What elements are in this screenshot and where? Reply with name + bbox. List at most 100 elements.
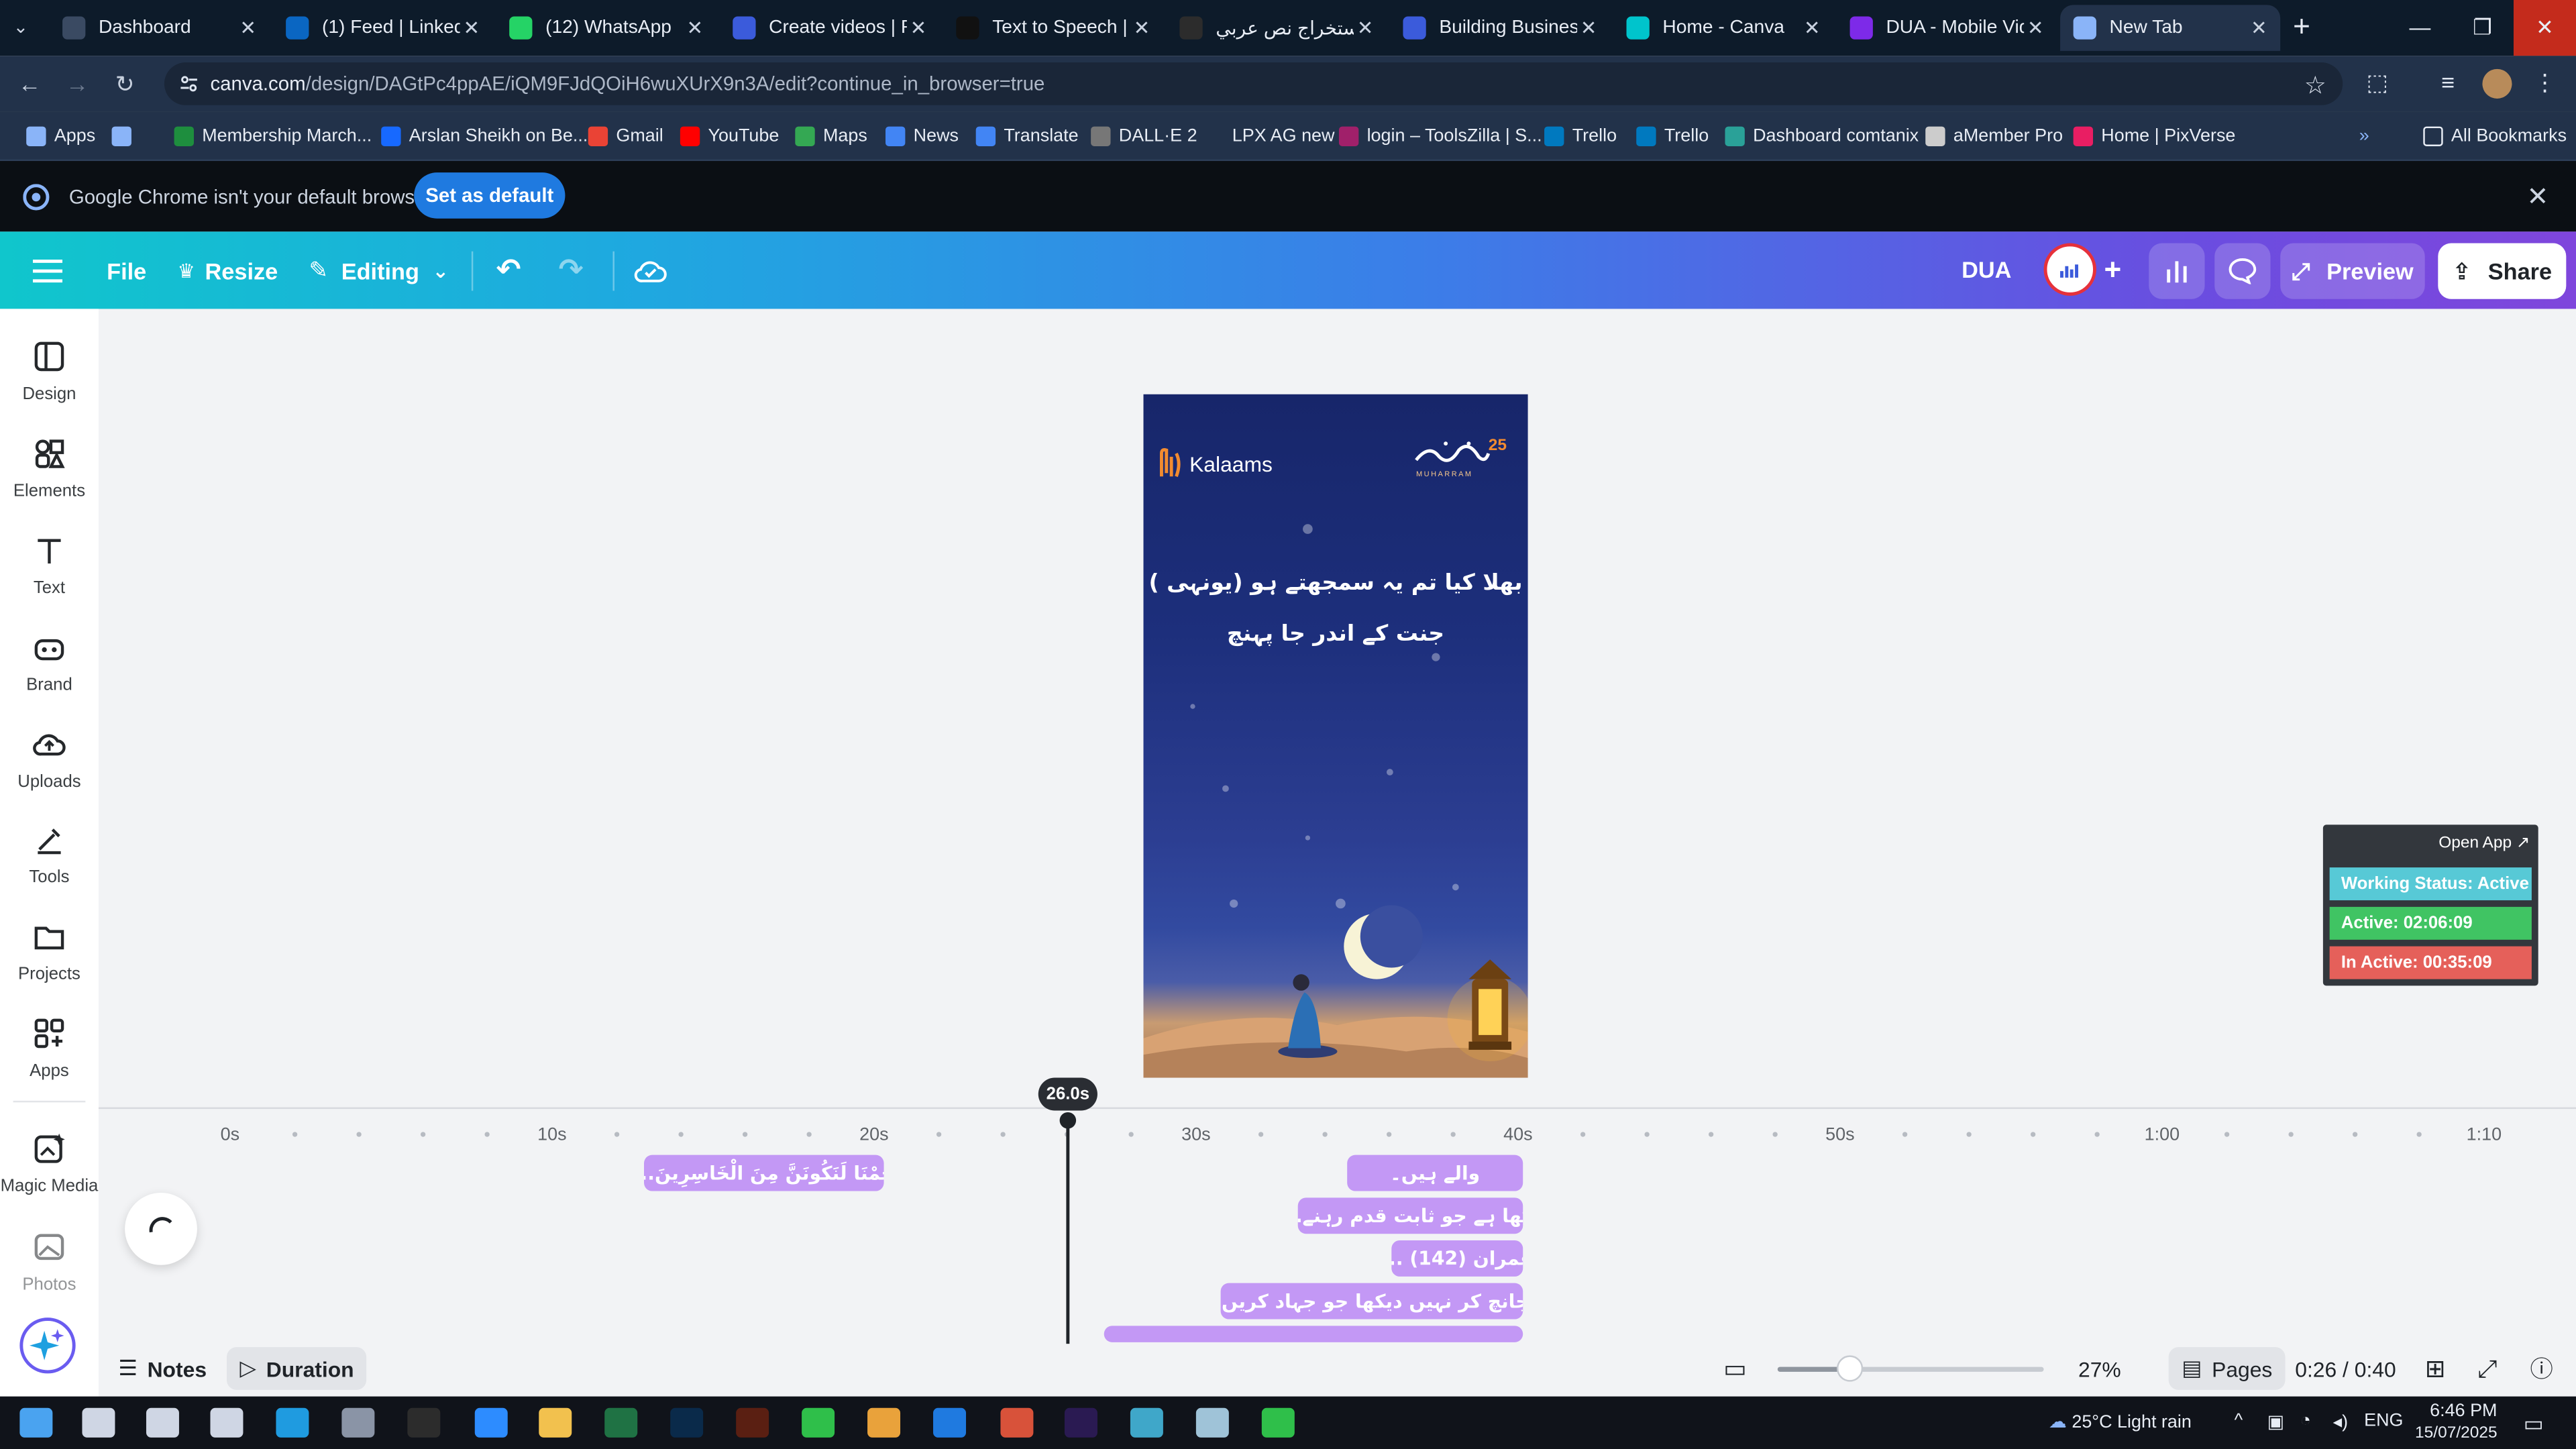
caption-clip[interactable]: ... عمران (142): [1391, 1240, 1523, 1277]
close-infobar-icon[interactable]: ✕: [2527, 180, 2549, 213]
forward-button[interactable]: →: [62, 70, 92, 97]
premiere-icon[interactable]: [1064, 1407, 1097, 1438]
photoshop-icon[interactable]: [670, 1407, 704, 1438]
zoom-percentage[interactable]: 27%: [2078, 1344, 2121, 1393]
chrome-icon[interactable]: [1000, 1407, 1034, 1438]
browser-tab[interactable]: (12) WhatsApp ✕: [496, 5, 716, 51]
network-icon[interactable]: ▣: [2267, 1411, 2284, 1432]
browser-tab[interactable]: استخراج نص عربي ✕: [1167, 5, 1387, 51]
reload-button[interactable]: ↻: [110, 70, 140, 97]
browser-tab[interactable]: New Tab ✕: [2060, 5, 2281, 51]
bookmark-star-icon[interactable]: ☆: [2304, 70, 2326, 101]
bookmark-item[interactable]: Trello: [1636, 123, 1709, 150]
rail-item-projects[interactable]: Projects: [0, 918, 99, 1010]
playhead-line[interactable]: [1066, 1127, 1070, 1344]
design-title[interactable]: DUA: [1962, 256, 2011, 282]
zoom-icon[interactable]: [474, 1407, 508, 1438]
rail-item-magic-media[interactable]: Magic Media: [0, 1130, 99, 1222]
browser-tab[interactable]: (1) Feed | LinkedIn✕: [273, 5, 493, 51]
url-omnibox[interactable]: canva.com/design/DAGtPc4ppAE/iQM9FJdQOiH…: [164, 62, 2343, 105]
main-menu-icon[interactable]: [32, 231, 63, 309]
tab-close-icon[interactable]: ✕: [1357, 16, 1374, 39]
caption-clip-partial[interactable]: [1104, 1326, 1523, 1342]
tab-close-icon[interactable]: ✕: [687, 16, 704, 39]
chrome-icon[interactable]: [867, 1407, 901, 1438]
undo-icon[interactable]: ↶: [496, 231, 521, 309]
minimize-button[interactable]: —: [2389, 0, 2451, 56]
tab-close-icon[interactable]: ✕: [1804, 16, 1821, 39]
pages-button[interactable]: ▤ Pages: [2168, 1347, 2286, 1390]
tab-close-icon[interactable]: ✕: [910, 16, 927, 39]
app-icon[interactable]: [1195, 1407, 1229, 1438]
more-bookmarks-chevron-icon[interactable]: »: [2359, 123, 2369, 150]
help-icon[interactable]: ⓘ: [2530, 1344, 2553, 1393]
bookmark-item[interactable]: Membership March...: [174, 123, 372, 150]
rail-item-uploads[interactable]: Uploads: [0, 726, 99, 818]
browser-tab[interactable]: Building Business ✕: [1390, 5, 1610, 51]
tab-search-dropdown-icon[interactable]: ⌄: [13, 16, 40, 39]
bookmark-item[interactable]: Trello: [1544, 123, 1617, 150]
cloud-save-icon[interactable]: [634, 231, 667, 309]
weather-widget[interactable]: ☁ 25°C Light rain: [2049, 1411, 2192, 1432]
browser-tab[interactable]: Create videos | Fre✕: [720, 5, 940, 51]
illustrator-icon[interactable]: [736, 1407, 769, 1438]
site-info-icon[interactable]: [179, 74, 199, 93]
caption-clip[interactable]: والے ہیں۔: [1347, 1155, 1523, 1191]
bookmark-item[interactable]: Dashboard comtanix: [1725, 123, 1919, 150]
messaging-app-icon[interactable]: [1261, 1407, 1295, 1438]
tab-close-icon[interactable]: ✕: [2027, 16, 2044, 39]
duration-button[interactable]: ▷ Duration: [226, 1347, 368, 1390]
file-menu-button[interactable]: File: [107, 231, 146, 309]
open-app-link[interactable]: Open App ↗: [2323, 835, 2530, 853]
file-explorer-icon[interactable]: [539, 1407, 572, 1438]
cortana-icon[interactable]: [146, 1407, 179, 1438]
bookmark-item[interactable]: Gmail: [588, 123, 663, 150]
editing-mode-button[interactable]: ✎ Editing ⌄: [309, 231, 449, 309]
browser-tab[interactable]: DUA - Mobile Vid ✕: [1837, 5, 2057, 51]
bookmark-item[interactable]: Maps: [795, 123, 867, 150]
extensions-icon[interactable]: ⬚: [2363, 69, 2392, 99]
rail-item-tools[interactable]: Tools: [0, 822, 99, 914]
bookmark-item[interactable]: Arslan Sheikh on Be...: [381, 123, 588, 150]
browser-tab[interactable]: Text to Speech | E ✕: [943, 5, 1163, 51]
notifications-icon[interactable]: ▭: [2524, 1411, 2544, 1438]
caption-clip[interactable]: ...یکھا ہے جو ثابت قدم رہنے: [1297, 1197, 1523, 1234]
set-as-default-button[interactable]: Set as default: [414, 172, 566, 219]
browser-tab[interactable]: Dashboard ✕: [49, 5, 269, 51]
team-avatar[interactable]: [2043, 243, 2096, 296]
tab-close-icon[interactable]: ✕: [239, 16, 256, 39]
vscode-icon[interactable]: [933, 1407, 967, 1438]
bookmark-item[interactable]: aMember Pro: [1925, 123, 2063, 150]
back-button[interactable]: ←: [15, 70, 44, 97]
caption-clip[interactable]: ...حَمْنَا لَنَكُونَنَّ مِنَ الْخَاسِرِي…: [644, 1155, 884, 1191]
rail-item-brand[interactable]: Brand: [0, 629, 99, 721]
fullscreen-icon[interactable]: ⤢: [2477, 1344, 2497, 1393]
tab-close-icon[interactable]: ✕: [1580, 16, 1597, 39]
bookmark-item[interactable]: LPX AG new: [1204, 123, 1335, 150]
browser-tab[interactable]: Home - Canva ✕: [1613, 5, 1833, 51]
bookmark-item[interactable]: [111, 123, 140, 150]
share-button[interactable]: ⇪ Share: [2438, 243, 2567, 299]
windows-start-icon[interactable]: [19, 1407, 53, 1438]
excel-icon[interactable]: [604, 1407, 638, 1438]
rail-item-elements[interactable]: Elements: [0, 435, 99, 527]
close-window-button[interactable]: ✕: [2513, 0, 2576, 56]
clock-date[interactable]: 15/07/2025: [2415, 1424, 2498, 1442]
caption-clip[interactable]: .جانچ کر نہیں دیکھا جو جہاد کریں: [1220, 1283, 1523, 1320]
all-bookmarks-button[interactable]: All Bookmarks: [2423, 123, 2567, 150]
reading-list-icon[interactable]: ≡: [2433, 69, 2463, 99]
rail-item-design[interactable]: Design: [0, 338, 99, 430]
urdu-caption[interactable]: بھلا کیا تم یہ سمجھتے ہو (یونہی ) جنت کے…: [1144, 559, 1528, 661]
bookmark-item[interactable]: Home | PixVerse: [2073, 123, 2235, 150]
maximize-button[interactable]: ❐: [2451, 0, 2514, 56]
tab-close-icon[interactable]: ✕: [463, 16, 480, 39]
bookmark-item[interactable]: YouTube: [680, 123, 779, 150]
search-icon[interactable]: [82, 1407, 115, 1438]
tab-close-icon[interactable]: ✕: [1134, 16, 1150, 39]
app-icon[interactable]: [1130, 1407, 1163, 1438]
task-view-icon[interactable]: [210, 1407, 244, 1438]
bookmark-item[interactable]: News: [885, 123, 959, 150]
new-tab-button[interactable]: +: [2284, 8, 2320, 44]
messaging-app-icon[interactable]: [802, 1407, 835, 1438]
tab-close-icon[interactable]: ✕: [2251, 16, 2267, 39]
